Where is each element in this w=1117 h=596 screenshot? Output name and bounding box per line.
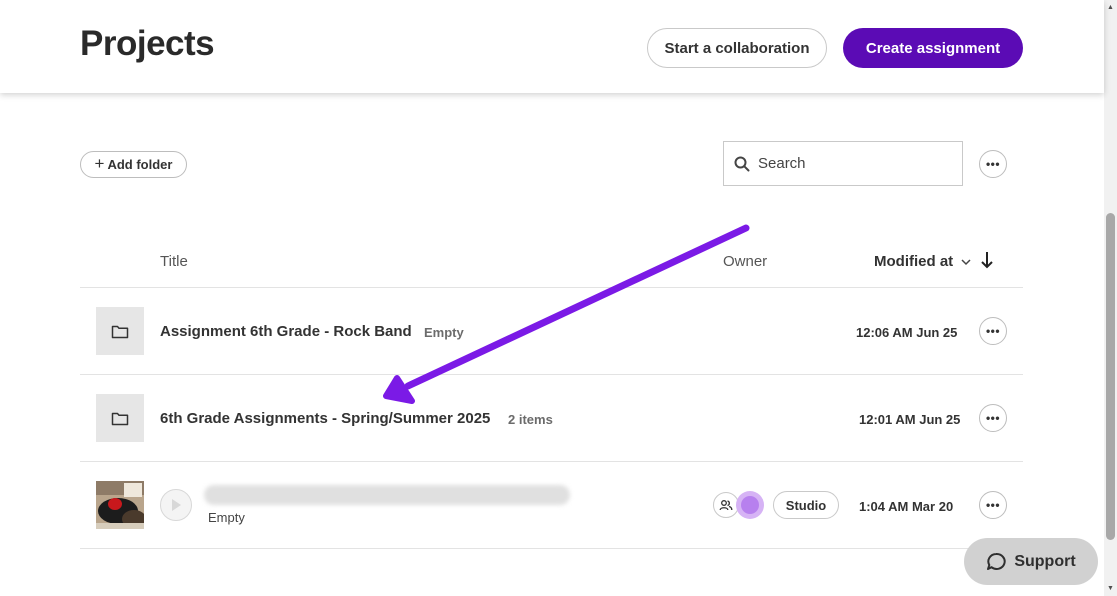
page-title: Projects xyxy=(80,24,215,63)
folder-icon xyxy=(96,394,144,442)
scroll-up-icon[interactable]: ▲ xyxy=(1106,4,1115,11)
folder-icon xyxy=(96,307,144,355)
table-divider xyxy=(80,548,1023,549)
row-item-count: 2 items xyxy=(508,412,553,427)
row-modified-date: 12:01 AM Jun 25 xyxy=(859,412,961,427)
blurred-row-title[interactable] xyxy=(204,485,570,505)
page-header: Projects Start a collaboration Create as… xyxy=(0,0,1104,93)
row-modified-date: 12:06 AM Jun 25 xyxy=(856,325,958,340)
play-icon xyxy=(172,499,181,511)
projects-page: Projects Start a collaboration Create as… xyxy=(0,0,1117,596)
support-button[interactable]: Support xyxy=(964,538,1098,585)
create-assignment-button[interactable]: Create assignment xyxy=(843,28,1023,68)
row-title[interactable]: 6th Grade Assignments - Spring/Summer 20… xyxy=(160,410,490,427)
search-icon xyxy=(734,156,750,171)
column-header-modified[interactable]: Modified at xyxy=(874,253,953,270)
row-more-options-button[interactable]: ••• xyxy=(979,317,1007,345)
row-modified-date: 1:04 AM Mar 20 xyxy=(859,499,954,514)
row-more-options-button[interactable]: ••• xyxy=(979,491,1007,519)
project-thumbnail xyxy=(96,481,144,529)
column-header-owner[interactable]: Owner xyxy=(723,253,767,270)
more-options-button[interactable]: ••• xyxy=(979,150,1007,178)
column-header-modified-label: Modified at xyxy=(874,253,954,270)
start-collaboration-button[interactable]: Start a collaboration xyxy=(647,28,827,68)
chat-bubble-icon xyxy=(987,552,1006,570)
search-box[interactable] xyxy=(723,141,963,186)
row-title[interactable]: Assignment 6th Grade - Rock Band xyxy=(160,323,412,340)
play-button[interactable] xyxy=(160,489,192,521)
column-header-title[interactable]: Title xyxy=(160,253,188,270)
scrollbar-thumb[interactable] xyxy=(1106,213,1115,540)
studio-badge: Studio xyxy=(773,491,839,519)
row-more-options-button[interactable]: ••• xyxy=(979,404,1007,432)
row-item-count: Empty xyxy=(424,325,464,340)
plus-icon: + xyxy=(94,154,105,173)
add-folder-button[interactable]: + Add folder xyxy=(80,151,187,178)
table-divider xyxy=(80,287,1023,288)
sort-descending-icon[interactable] xyxy=(980,251,994,269)
table-divider xyxy=(80,374,1023,375)
vertical-scrollbar[interactable]: ▲ ▼ xyxy=(1104,0,1117,596)
support-label: Support xyxy=(1014,552,1076,570)
owner-avatar[interactable] xyxy=(736,491,764,519)
row-item-count: Empty xyxy=(208,510,245,525)
chevron-down-icon[interactable] xyxy=(960,256,972,268)
scroll-down-icon[interactable]: ▼ xyxy=(1106,585,1115,592)
search-input[interactable] xyxy=(758,155,938,172)
add-folder-label: Add folder xyxy=(107,157,173,172)
table-divider xyxy=(80,461,1023,462)
